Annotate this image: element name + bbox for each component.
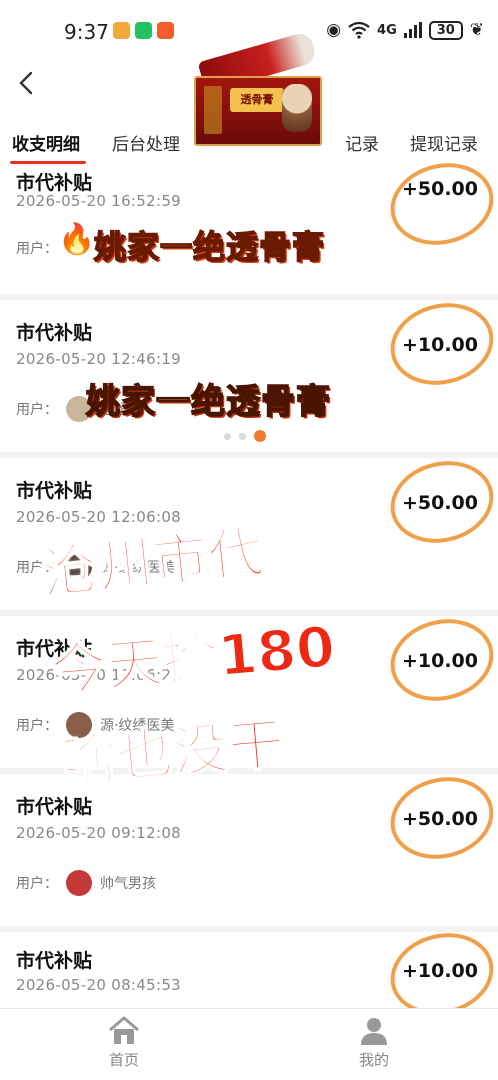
user-label: 用户：	[16, 718, 58, 734]
carousel-dot	[239, 432, 246, 440]
carousel-dot-active	[254, 430, 266, 442]
status-app-icons	[113, 22, 174, 39]
signal-icon	[403, 22, 422, 38]
user-label: 用户：	[16, 241, 58, 257]
record-title: 市代补贴	[16, 480, 93, 502]
highlight-circle	[381, 450, 498, 554]
record-title: 市代补贴	[16, 322, 93, 344]
tab-active-indicator	[10, 161, 86, 164]
box-portrait	[282, 84, 312, 132]
status-indicators: ◉ 4G 30 ❦	[326, 20, 484, 40]
nav-profile[interactable]: 我的	[344, 1015, 404, 1070]
tab-withdraw-record[interactable]: 提现记录	[410, 130, 478, 155]
eye-icon: ◉	[326, 20, 342, 40]
tab-backend-process[interactable]: 后台处理	[112, 130, 180, 155]
carousel-dots	[224, 430, 266, 442]
tab-income-detail[interactable]: 收支明细	[12, 130, 80, 155]
box-side-panel	[204, 86, 222, 134]
highlight-circle	[381, 292, 498, 396]
app-notification-icon	[157, 22, 174, 39]
user-label: 用户：	[16, 876, 58, 892]
app-notification-icon	[113, 22, 130, 39]
nav-profile-label: 我的	[358, 1051, 389, 1069]
record-time: 2026-05-20 12:46:19	[16, 350, 182, 368]
avatar	[66, 870, 92, 896]
user-label: 用户：	[16, 402, 58, 418]
product-box: 透骨膏	[194, 76, 322, 146]
record-title: 市代补贴	[16, 172, 93, 194]
record-card[interactable]: 市代补贴 2026-05-20 08:45:53 +10.00	[0, 922, 498, 1026]
box-label: 透骨膏	[230, 88, 284, 112]
network-type: 4G	[377, 22, 397, 38]
record-time: 2026-05-20 08:45:53	[16, 976, 182, 994]
promo-caption-mid: 姚家一绝透骨膏	[85, 381, 331, 423]
nav-home-label: 首页	[108, 1051, 139, 1069]
wechat-icon	[135, 22, 152, 39]
record-user: 用户：	[16, 238, 58, 258]
product-image: 透骨膏	[190, 24, 326, 146]
bottom-nav: 首页 我的	[0, 1008, 498, 1080]
fire-icon: 🔥	[58, 222, 96, 257]
record-user: 用户： 帅气男孩	[16, 870, 156, 896]
user-name: 帅气男孩	[100, 876, 156, 892]
highlight-circle	[381, 766, 498, 870]
record-time: 2026-05-20 09:12:08	[16, 824, 182, 842]
user-icon	[361, 1018, 387, 1045]
nav-home[interactable]: 首页	[94, 1015, 154, 1070]
battery-level: 30	[428, 20, 463, 40]
status-time: 9:37	[64, 20, 109, 44]
chevron-left-icon[interactable]	[12, 68, 42, 98]
promo-caption-top: 姚家一绝透骨膏	[93, 227, 326, 267]
charging-leaf-icon: ❦	[469, 20, 484, 40]
record-time: 2026-05-20 16:52:59	[16, 192, 182, 210]
carousel-dot	[224, 432, 231, 440]
home-icon	[109, 1016, 139, 1044]
wifi-icon	[348, 21, 370, 39]
record-title: 市代补贴	[16, 950, 93, 972]
tab-record[interactable]: 记录	[345, 130, 379, 155]
highlight-circle	[381, 608, 498, 712]
